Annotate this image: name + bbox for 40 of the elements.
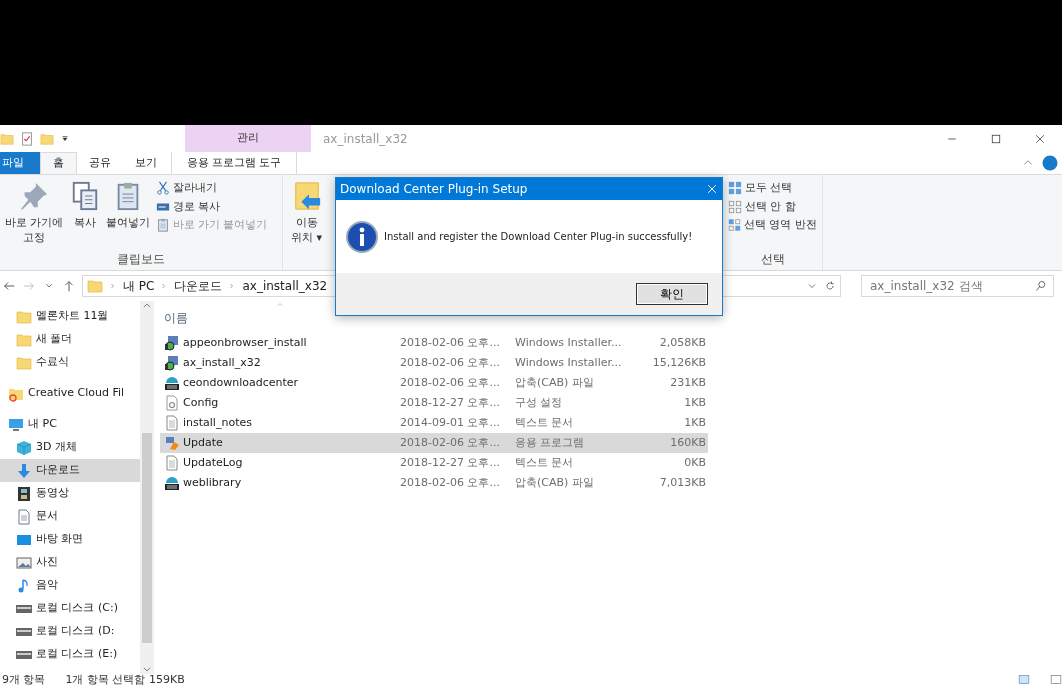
date-cell-text: 2018-12-27 오후... [400,394,501,411]
size-cell-text: 1KB [683,394,706,411]
date-cell-text: 2014-09-01 오후... [400,414,501,431]
dialog-message: Install and register the Download Center Plug-in successfully! [384,230,693,244]
file-name: install_notes [183,414,252,431]
date-cell-text: 2018-02-06 오후... [400,354,501,371]
dialog-title: Download Center Plug-in Setup [340,181,528,198]
size-cell-text: 0KB [683,454,706,471]
context-tab-header: 관리 [185,125,311,152]
date-cell-text: 2018-12-27 오후... [400,454,501,471]
type-cell-text: 텍스트 문서 [515,414,575,431]
type-cell-text: Windows Installer... [515,334,623,351]
window-title: ax_install_x32 [322,130,409,148]
type-cell-text: 압축(CAB) 파일 [515,474,595,491]
size-cell-text: 7,013KB [658,474,706,491]
date-cell-text: 2018-02-06 오후... [400,434,501,451]
size-cell-text: 2,058KB [658,334,706,351]
type-cell-text: 압축(CAB) 파일 [515,374,595,391]
status-text: 1개 항목 선택함 159KB [65,674,185,686]
file-name: ceondownloadcenter [183,374,299,391]
file-name: weblibrary [183,474,242,491]
size-cell-text: 160KB [669,434,706,451]
file-name: appeonbrowser_install [183,334,307,351]
date-cell-text: 2018-02-06 오후... [400,334,501,351]
size-cell-text: 15,126KB [651,354,706,371]
group-label: 선택 [759,251,786,268]
type-cell-text: Windows Installer... [515,354,623,371]
status-text: 9개 항목 [2,674,46,686]
file-name: UpdateLog [183,454,243,471]
date-cell-text: 2018-02-06 오후... [400,474,501,491]
date-cell-text: 2018-02-06 오후... [400,374,501,391]
group-label: 클립보드 [116,251,166,268]
size-cell-text: 231KB [669,374,706,391]
type-cell-text: 구성 설정 [515,394,564,411]
file-name: ax_install_x32 [183,354,261,371]
size-cell-text: 1KB [683,414,706,431]
type-cell-text: 응용 프로그램 [515,434,586,451]
type-cell-text: 텍스트 문서 [515,454,575,471]
file-name: Config [183,394,219,411]
file-name: Update [183,434,223,451]
